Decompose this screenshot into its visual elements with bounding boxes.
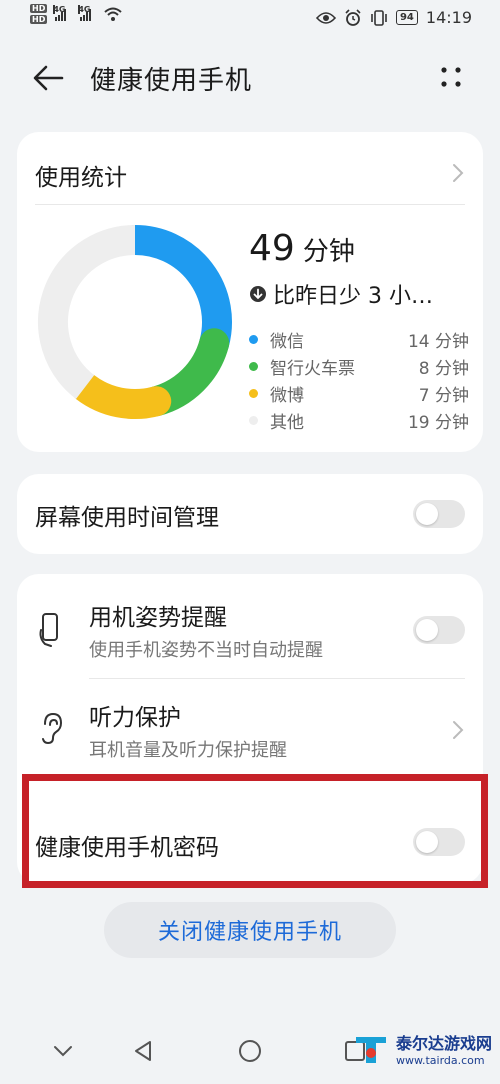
wifi-icon	[104, 7, 123, 21]
chevron-right-icon[interactable]	[451, 719, 465, 741]
legend-app-time: 7 分钟	[418, 386, 469, 406]
page-title: 健康使用手机	[90, 66, 253, 96]
legend-app-name: 智行火车票	[270, 359, 355, 379]
nav-back-icon[interactable]	[128, 1036, 158, 1066]
phone-posture-icon	[39, 613, 58, 647]
legend-dot	[249, 389, 258, 398]
watermark-name: 泰尔达游戏网	[396, 1033, 493, 1053]
toggle-knob	[416, 503, 438, 525]
compare-yesterday: 比昨日少 3 小…	[249, 278, 433, 310]
network-type: 4G	[53, 5, 66, 14]
signal-icon: 4G	[53, 5, 67, 21]
screen-time-label: 屏幕使用时间管理	[35, 505, 219, 531]
compare-text: 比昨日少 3 小…	[273, 284, 433, 309]
total-usage-value: 49	[249, 228, 295, 269]
back-arrow-icon[interactable]	[30, 60, 66, 96]
legend-app-name: 微博	[270, 386, 304, 406]
legend-app-name: 其他	[270, 413, 304, 433]
donut-slice	[120, 225, 232, 359]
chevron-right-icon	[453, 164, 464, 182]
legend-app-name: 微信	[270, 332, 304, 352]
legend-dot	[249, 362, 258, 371]
usage-stats-title: 使用统计	[35, 165, 127, 191]
usage-legend: 微信 14 分钟 智行火车票 8 分钟 微博 7 分钟 其他 19 分钟	[249, 326, 469, 434]
battery-icon: 94	[395, 10, 418, 25]
more-options-icon[interactable]	[436, 62, 466, 92]
donut-slice	[70, 372, 172, 419]
watermark-logo-icon	[356, 1037, 386, 1063]
close-health-button[interactable]: 关闭健康使用手机	[104, 902, 396, 958]
legend-app-time: 19 分钟	[407, 413, 469, 433]
arrow-down-circle-icon	[250, 286, 266, 302]
watermark: 泰尔达游戏网 www.tairda.com	[352, 1018, 492, 1078]
app-header: 健康使用手机	[0, 48, 500, 108]
legend-item: 其他 19 分钟	[249, 407, 469, 434]
toggle-knob	[416, 619, 438, 641]
usage-donut-chart	[38, 225, 232, 419]
status-bar: HD HD 4G 4G 94 14:19	[0, 0, 500, 38]
screen-time-row[interactable]: 屏幕使用时间管理	[17, 474, 483, 554]
hearing-subtitle: 耳机音量及听力保护提醒	[89, 740, 287, 761]
signal-icon: 4G	[78, 5, 92, 21]
alarm-icon	[345, 8, 361, 26]
total-usage: 49 分钟	[249, 228, 355, 269]
total-usage-unit: 分钟	[302, 237, 355, 267]
hearing-label: 听力保护	[89, 705, 181, 731]
legend-dot	[249, 335, 258, 344]
posture-toggle[interactable]	[413, 616, 465, 644]
screen-time-toggle[interactable]	[413, 500, 465, 528]
divider	[35, 204, 465, 205]
status-right: 94 14:19	[315, 8, 472, 27]
hd-badge: HD	[30, 15, 48, 24]
legend-item: 微博 7 分钟	[249, 380, 469, 407]
posture-label: 用机姿势提醒	[89, 605, 227, 631]
watermark-url: www.tairda.com	[396, 1053, 485, 1067]
status-left: HD HD 4G 4G	[30, 4, 123, 24]
hd-badge: HD	[30, 4, 48, 13]
eye-icon	[315, 11, 336, 24]
highlight-annotation	[22, 774, 488, 888]
chevron-down-icon[interactable]	[48, 1036, 78, 1066]
usage-stats-card[interactable]: 使用统计 49 分钟 比昨日少 3 小… 微信 14 分钟 智行火车票 8 分钟 …	[17, 132, 483, 452]
posture-subtitle: 使用手机姿势不当时自动提醒	[89, 640, 323, 661]
divider	[89, 678, 465, 679]
donut-slice	[38, 225, 136, 399]
vibrate-icon	[371, 9, 387, 26]
legend-item: 智行火车票 8 分钟	[249, 353, 469, 380]
status-time: 14:19	[425, 8, 472, 27]
nav-home-icon[interactable]	[235, 1036, 265, 1066]
legend-dot	[249, 416, 258, 425]
ear-icon	[42, 712, 63, 745]
network-type: 4G	[78, 5, 91, 14]
legend-item: 微信 14 分钟	[249, 326, 469, 353]
legend-app-time: 8 分钟	[418, 359, 469, 379]
legend-app-time: 14 分钟	[407, 332, 469, 352]
